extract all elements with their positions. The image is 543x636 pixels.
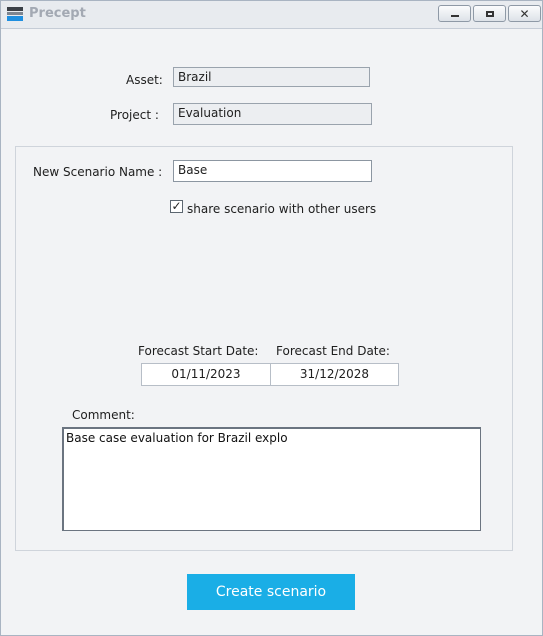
comment-label: Comment: bbox=[72, 408, 135, 422]
title-bar[interactable]: Precept ✕ bbox=[1, 1, 542, 29]
project-field: Evaluation bbox=[173, 103, 372, 125]
scenario-name-label: New Scenario Name : bbox=[33, 165, 163, 179]
app-icon bbox=[7, 7, 23, 22]
forecast-start-date-input[interactable]: 01/11/2023 bbox=[141, 363, 271, 386]
forecast-end-date-input[interactable]: 31/12/2028 bbox=[270, 363, 399, 386]
dialog-window: Precept ✕ Asset: Brazil Project : Evalua… bbox=[0, 0, 543, 636]
share-checkbox[interactable]: ✓ bbox=[170, 200, 183, 213]
asset-label: Asset: bbox=[126, 73, 163, 87]
window-title: Precept bbox=[29, 6, 86, 21]
comment-textarea[interactable]: Base case evaluation for Brazil explo bbox=[62, 427, 481, 531]
forecast-start-label: Forecast Start Date: bbox=[138, 344, 259, 358]
minimize-icon bbox=[450, 15, 459, 17]
forecast-end-label: Forecast End Date: bbox=[276, 344, 390, 358]
minimize-button[interactable] bbox=[438, 5, 471, 22]
create-scenario-button[interactable]: Create scenario bbox=[187, 574, 355, 610]
share-checkbox-label[interactable]: share scenario with other users bbox=[187, 202, 376, 216]
scenario-name-input[interactable]: Base bbox=[173, 160, 372, 182]
close-icon: ✕ bbox=[519, 6, 530, 21]
maximize-icon bbox=[485, 10, 494, 17]
project-label: Project : bbox=[110, 108, 159, 122]
close-button[interactable]: ✕ bbox=[508, 5, 541, 22]
asset-field: Brazil bbox=[173, 67, 370, 87]
maximize-button[interactable] bbox=[473, 5, 506, 22]
